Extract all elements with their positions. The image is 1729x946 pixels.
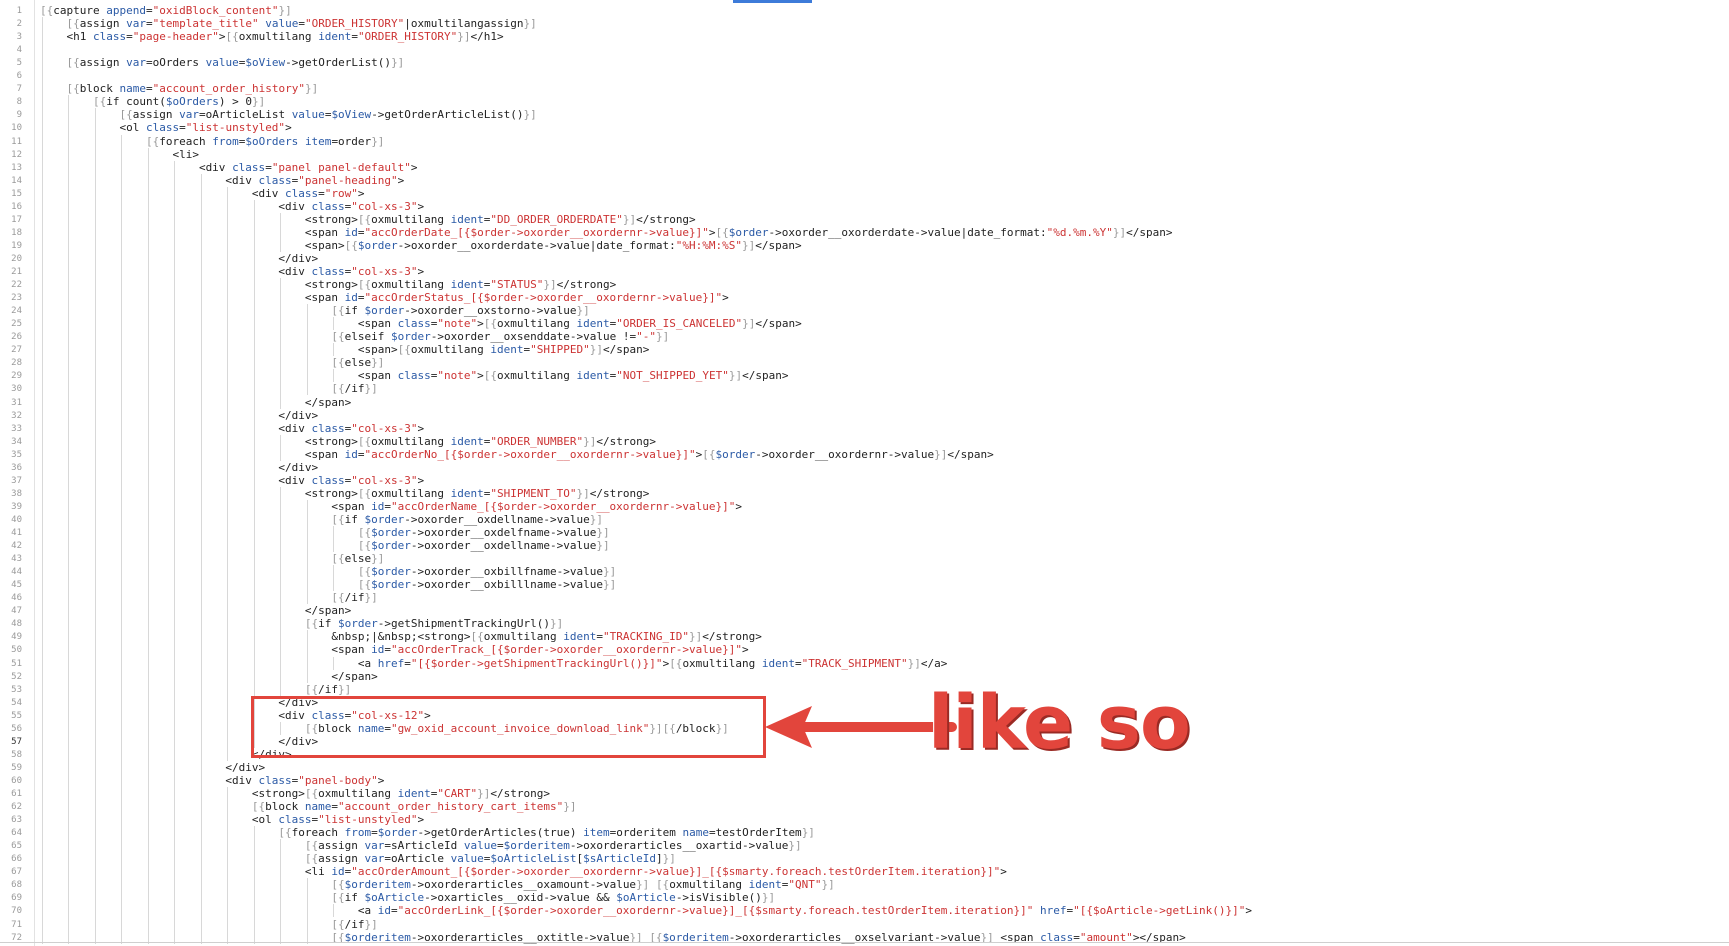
callout-label: like so [928, 680, 1191, 766]
left-arrow-icon [765, 706, 957, 748]
code-editor[interactable]: 1 2 3 4 5 6 7 8 9 10 11 12 13 14 15 16 17 18 19 20 21 22 23 24 2… [0, 0, 1729, 946]
